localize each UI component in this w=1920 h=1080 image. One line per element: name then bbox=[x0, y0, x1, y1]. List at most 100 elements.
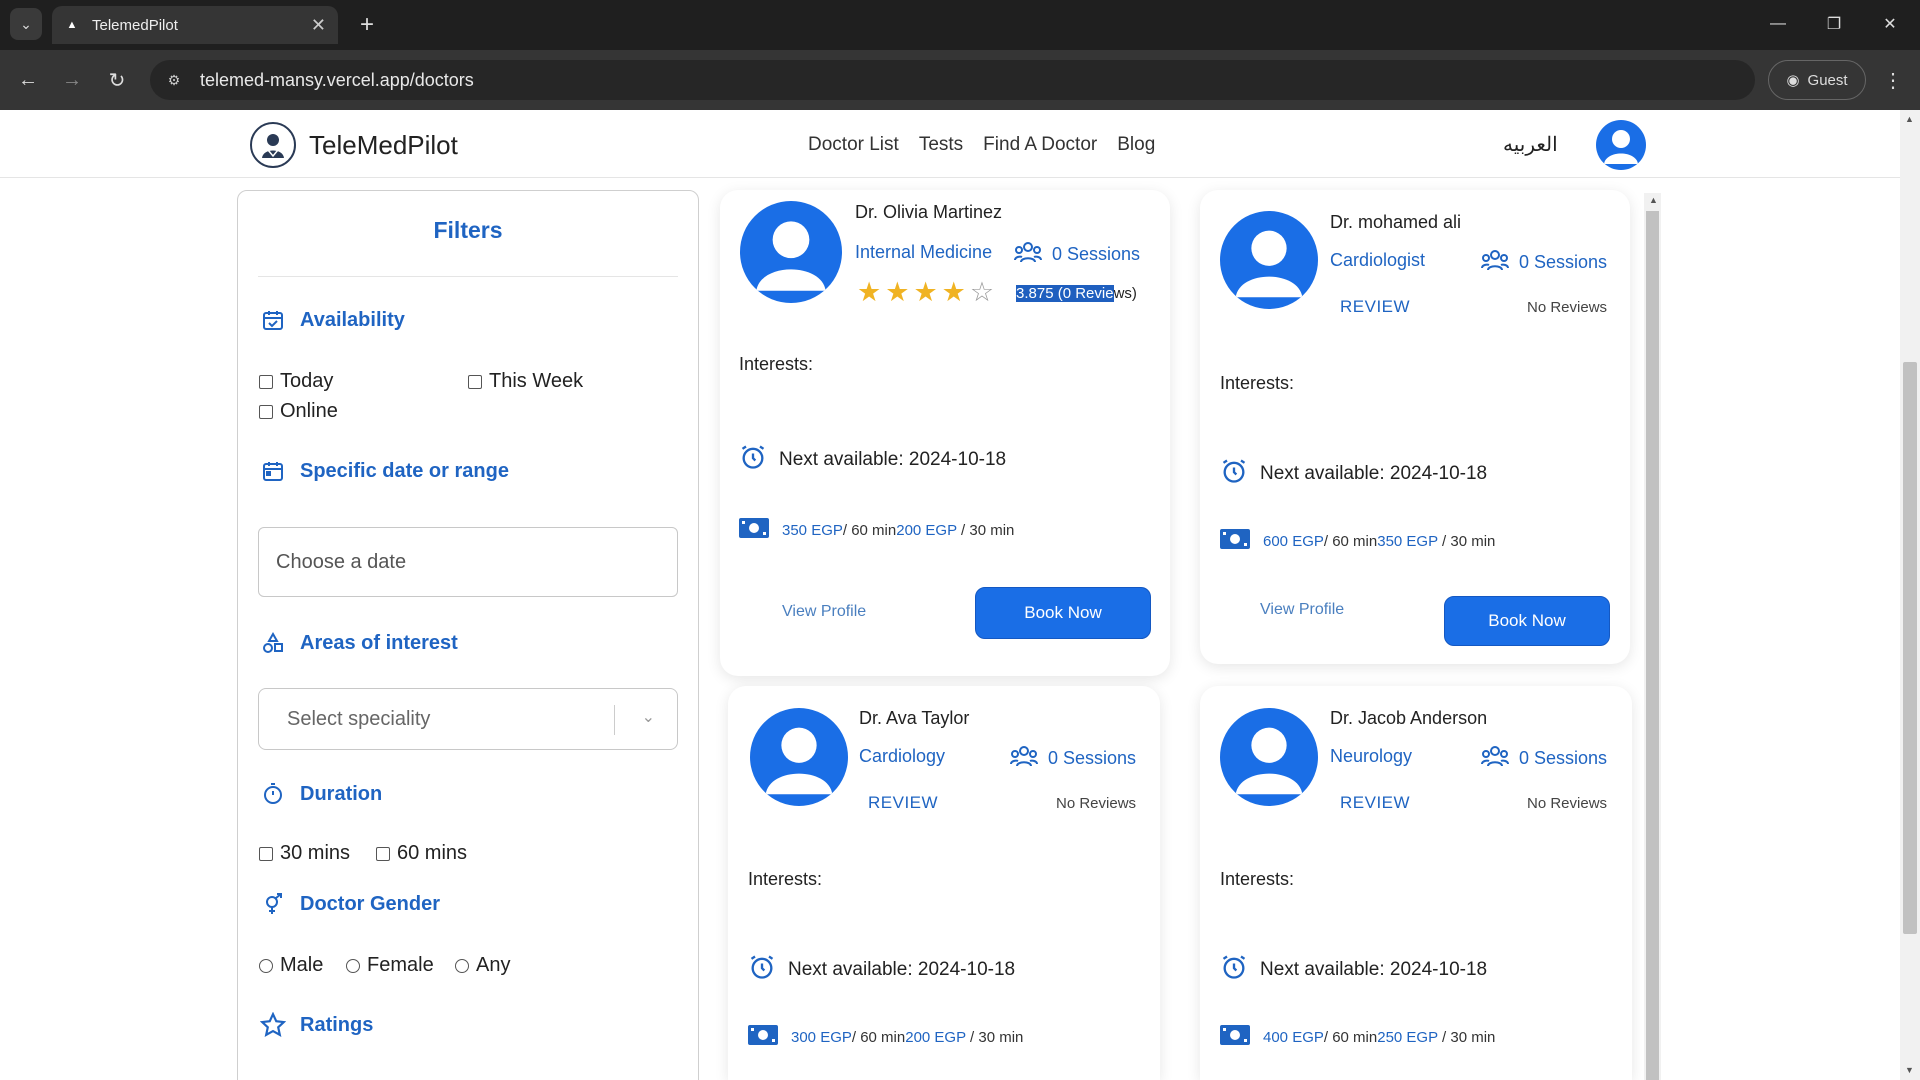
page-scrollbar[interactable]: ▲ ▼ bbox=[1900, 110, 1920, 1080]
doctor-avatar-icon bbox=[750, 708, 848, 806]
doctor-name[interactable]: Dr. Olivia Martinez bbox=[855, 202, 1002, 223]
date-picker-input[interactable]: Choose a date bbox=[258, 527, 678, 597]
checkbox[interactable] bbox=[259, 374, 273, 389]
main-nav: Doctor List Tests Find A Doctor Blog bbox=[808, 134, 1155, 156]
availability-this-week-checkbox[interactable]: This Week bbox=[468, 370, 583, 393]
date-heading: Specific date or range bbox=[260, 458, 509, 484]
view-profile-link[interactable]: View Profile bbox=[782, 603, 866, 621]
tab-title: TelemedPilot bbox=[92, 16, 178, 34]
restore-window-button[interactable]: ❐ bbox=[1816, 8, 1852, 40]
scroll-up-arrow-icon[interactable]: ▲ bbox=[1905, 114, 1914, 124]
star-filled-icon: ★ bbox=[913, 277, 938, 307]
filters-title: Filters bbox=[433, 217, 503, 243]
sessions-count: 0 Sessions bbox=[1010, 744, 1136, 773]
price-info: 350 EGP/ 60 min200 EGP / 30 min bbox=[738, 517, 1014, 543]
interests-label: Interests: bbox=[1220, 869, 1295, 889]
sessions-label: 0 Sessions bbox=[1519, 252, 1608, 272]
duration-heading: Duration bbox=[260, 781, 382, 807]
date-placeholder: Choose a date bbox=[276, 550, 407, 573]
scroll-up-arrow-icon[interactable]: ▲ bbox=[1649, 195, 1658, 205]
site-header: TeleMedPilot Doctor List Tests Find A Do… bbox=[0, 110, 1920, 178]
interests-heading: Areas of interest bbox=[260, 630, 458, 656]
no-reviews-text: No Reviews bbox=[1527, 795, 1608, 812]
option-label: 60 mins bbox=[397, 842, 468, 864]
doctor-name[interactable]: Dr. Ava Taylor bbox=[859, 708, 969, 729]
date-label: Specific date or range bbox=[300, 459, 509, 482]
view-profile-link[interactable]: View Profile bbox=[1260, 601, 1344, 619]
duration-60-checkbox[interactable]: 60 mins bbox=[376, 842, 467, 865]
price-30: 250 EGP bbox=[1377, 1028, 1438, 1046]
nav-doctor-list[interactable]: Doctor List bbox=[808, 134, 899, 156]
nav-blog[interactable]: Blog bbox=[1117, 134, 1155, 156]
doctor-specialty: Cardiology bbox=[859, 746, 946, 766]
review-link[interactable]: REVIEW bbox=[1340, 297, 1410, 317]
book-now-button[interactable]: Book Now bbox=[1444, 596, 1610, 646]
doctor-list-scrollbar[interactable]: ▲ bbox=[1644, 193, 1661, 1080]
tab-search-button[interactable]: ⌄ bbox=[10, 8, 42, 40]
price-30-unit: / 30 min bbox=[956, 521, 1015, 539]
checkbox[interactable] bbox=[468, 374, 482, 389]
next-available: Next available: 2024-10-18 bbox=[1220, 953, 1487, 987]
doctor-specialty: Internal Medicine bbox=[855, 242, 993, 262]
browser-menu-icon[interactable]: ⋮ bbox=[1878, 64, 1908, 96]
chevron-down-icon[interactable]: ⌄ bbox=[642, 707, 655, 727]
price-60: 300 EGP bbox=[791, 1028, 852, 1046]
doctor-name[interactable]: Dr. Jacob Anderson bbox=[1330, 708, 1487, 729]
minimize-window-button[interactable]: — bbox=[1760, 8, 1796, 40]
gender-male-radio[interactable]: Male bbox=[259, 954, 323, 977]
close-window-button[interactable]: ✕ bbox=[1872, 8, 1908, 40]
profile-label: Guest bbox=[1807, 71, 1848, 89]
back-button[interactable]: ← bbox=[12, 64, 44, 96]
scrollbar-thumb[interactable] bbox=[1646, 211, 1659, 1080]
people-icon bbox=[1010, 744, 1038, 773]
scroll-down-arrow-icon[interactable]: ▼ bbox=[1905, 1065, 1914, 1075]
checkbox[interactable] bbox=[259, 846, 273, 861]
money-icon bbox=[738, 517, 770, 543]
nav-find-a-doctor[interactable]: Find A Doctor bbox=[983, 134, 1097, 156]
option-label: Today bbox=[280, 370, 334, 392]
profile-button[interactable]: ◉ Guest bbox=[1768, 60, 1866, 100]
price-info: 600 EGP/ 60 min350 EGP / 30 min bbox=[1219, 528, 1495, 554]
speciality-placeholder: Select speciality bbox=[287, 707, 431, 730]
book-now-button[interactable]: Book Now bbox=[975, 587, 1151, 639]
star-outline-icon bbox=[260, 1012, 286, 1038]
review-link[interactable]: REVIEW bbox=[868, 793, 938, 813]
duration-30-checkbox[interactable]: 30 mins bbox=[259, 842, 350, 865]
star-filled-icon: ★ bbox=[941, 277, 966, 307]
radio[interactable] bbox=[346, 958, 360, 973]
new-tab-button[interactable]: + bbox=[352, 10, 382, 40]
scrollbar-thumb[interactable] bbox=[1903, 362, 1917, 934]
reload-button[interactable]: ↻ bbox=[101, 64, 133, 96]
review-link[interactable]: REVIEW bbox=[1340, 793, 1410, 813]
gender-any-radio[interactable]: Any bbox=[455, 954, 510, 977]
speciality-select[interactable]: Select speciality ⌄ bbox=[258, 688, 678, 750]
site-info-icon[interactable]: ⚙ bbox=[164, 70, 184, 90]
price-30: 200 EGP bbox=[905, 1028, 966, 1046]
no-reviews-text: No Reviews bbox=[1056, 795, 1137, 812]
browser-tab[interactable]: ▲ TelemedPilot ✕ bbox=[52, 6, 338, 44]
brand-name[interactable]: TeleMedPilot bbox=[309, 130, 458, 161]
rating-text-selected: 3.875 (0 Revie bbox=[1016, 285, 1114, 302]
price-60: 350 EGP bbox=[782, 521, 843, 539]
interests-label: Interests: bbox=[1220, 373, 1295, 393]
forward-button[interactable]: → bbox=[56, 64, 88, 96]
checkbox[interactable] bbox=[259, 404, 273, 419]
user-avatar-icon[interactable] bbox=[1596, 120, 1646, 170]
availability-heading: Availability bbox=[260, 307, 405, 333]
checkbox[interactable] bbox=[376, 846, 390, 861]
logo-icon[interactable] bbox=[250, 122, 296, 168]
availability-today-checkbox[interactable]: Today bbox=[259, 370, 333, 393]
radio[interactable] bbox=[259, 958, 273, 973]
close-tab-icon[interactable]: ✕ bbox=[311, 15, 326, 36]
address-bar[interactable]: ⚙ telemed-mansy.vercel.app/doctors bbox=[150, 60, 1755, 100]
gender-female-radio[interactable]: Female bbox=[346, 954, 434, 977]
radio[interactable] bbox=[455, 958, 469, 973]
nav-tests[interactable]: Tests bbox=[919, 134, 963, 156]
people-icon bbox=[1481, 248, 1509, 277]
language-toggle[interactable]: العربيه bbox=[1503, 132, 1558, 157]
option-label: This Week bbox=[489, 370, 584, 392]
doctor-avatar-icon bbox=[1220, 708, 1318, 806]
price-60-unit: / 60 min bbox=[851, 1028, 906, 1046]
doctor-name[interactable]: Dr. mohamed ali bbox=[1330, 212, 1461, 233]
availability-online-checkbox[interactable]: Online bbox=[259, 400, 338, 423]
